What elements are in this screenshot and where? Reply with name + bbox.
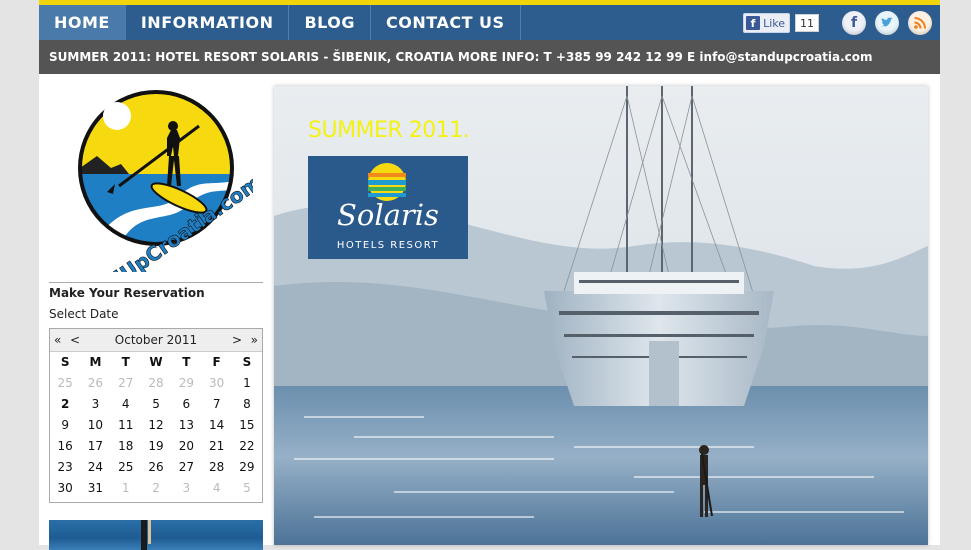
facebook-f-icon: f bbox=[746, 16, 761, 30]
nav-contact-us[interactable]: CONTACT US bbox=[371, 5, 521, 40]
page-wrapper: HOME INFORMATION BLOG CONTACT US f Like … bbox=[39, 0, 940, 550]
calendar-day[interactable]: 20 bbox=[171, 436, 201, 457]
calendar-day[interactable]: 18 bbox=[111, 436, 141, 457]
facebook-like-button[interactable]: f Like bbox=[743, 13, 790, 33]
social-links: f Like 11 f bbox=[743, 11, 932, 35]
main-nav: HOME INFORMATION BLOG CONTACT US bbox=[39, 5, 521, 40]
reservation-calendar: « < October 2011 > » S M T W T F S 25 26 27 28 29 30… bbox=[49, 328, 263, 503]
calendar-day: 3 bbox=[182, 481, 191, 495]
top-navigation-bar: HOME INFORMATION BLOG CONTACT US f Like … bbox=[39, 0, 940, 40]
facebook-icon[interactable]: f bbox=[842, 11, 866, 35]
calendar-day[interactable]: 9 bbox=[50, 415, 80, 436]
calendar-day: 1 bbox=[121, 481, 130, 495]
facebook-like-widget[interactable]: f Like 11 bbox=[743, 13, 819, 33]
reservation-title: Make Your Reservation bbox=[49, 286, 205, 300]
calendar-day[interactable]: 14 bbox=[201, 415, 231, 436]
nav-blog[interactable]: BLOG bbox=[289, 5, 372, 40]
calendar-weekday: M bbox=[89, 355, 102, 369]
calendar-day[interactable]: 29 bbox=[232, 457, 262, 478]
calendar-day[interactable]: 2 bbox=[50, 394, 80, 415]
calendar-weekday: S bbox=[60, 355, 70, 369]
calendar-day[interactable]: 23 bbox=[50, 457, 80, 478]
hero-title: SUMMER 2011. bbox=[308, 118, 470, 143]
calendar-day[interactable]: 22 bbox=[232, 436, 262, 457]
calendar-day: 4 bbox=[212, 481, 221, 495]
calendar-month-label: October 2011 bbox=[114, 333, 198, 347]
calendar-prev-month-button[interactable]: < bbox=[70, 329, 80, 351]
calendar-header: « < October 2011 > » bbox=[50, 329, 262, 352]
hero-photo: SUMMER 2011. Solaris HOTELS RESORT bbox=[274, 86, 928, 545]
nav-home[interactable]: HOME bbox=[39, 5, 126, 40]
standupcroatia-logo[interactable]: StandUpCroatia.com bbox=[59, 86, 266, 323]
calendar-day[interactable]: 16 bbox=[50, 436, 80, 457]
facebook-like-count: 11 bbox=[795, 14, 819, 32]
calendar-day[interactable]: 4 bbox=[111, 394, 141, 415]
calendar-day[interactable]: 21 bbox=[201, 436, 231, 457]
solaris-logo[interactable]: Solaris HOTELS RESORT bbox=[308, 156, 468, 259]
calendar-day[interactable]: 3 bbox=[80, 394, 110, 415]
calendar-day[interactable]: 8 bbox=[232, 394, 262, 415]
calendar-weekday: F bbox=[212, 355, 221, 369]
calendar-day[interactable]: 11 bbox=[111, 415, 141, 436]
calendar-weekday: S bbox=[242, 355, 252, 369]
solaris-brand-name: Solaris bbox=[337, 198, 439, 232]
calendar-grid: S M T W T F S 25 26 27 28 29 30 1 2 3 4 5 6 7 8 9 10 11 12 13 14 15… bbox=[50, 352, 262, 499]
calendar-day: 27 bbox=[118, 376, 134, 390]
calendar-day[interactable]: 31 bbox=[80, 478, 110, 499]
calendar-day[interactable]: 5 bbox=[141, 394, 171, 415]
info-bar: SUMMER 2011: HOTEL RESORT SOLARIS - ŠIBE… bbox=[39, 40, 940, 74]
sidebar-divider bbox=[49, 282, 263, 283]
calendar-day[interactable]: 10 bbox=[80, 415, 110, 436]
calendar-day[interactable]: 28 bbox=[201, 457, 231, 478]
nav-information[interactable]: INFORMATION bbox=[126, 5, 290, 40]
facebook-like-label: Like bbox=[763, 16, 785, 30]
calendar-day[interactable]: 17 bbox=[80, 436, 110, 457]
calendar-day: 28 bbox=[148, 376, 164, 390]
calendar-next-month-button[interactable]: > bbox=[232, 329, 242, 351]
calendar-day[interactable]: 30 bbox=[50, 478, 80, 499]
calendar-day[interactable]: 1 bbox=[232, 373, 262, 394]
calendar-weekday: T bbox=[121, 355, 130, 369]
calendar-day[interactable]: 7 bbox=[201, 394, 231, 415]
sidebar-photo[interactable] bbox=[49, 520, 263, 550]
calendar-weekday: T bbox=[182, 355, 191, 369]
twitter-icon[interactable] bbox=[875, 11, 899, 35]
calendar-day: 26 bbox=[87, 376, 104, 390]
calendar-weekday: W bbox=[149, 355, 163, 369]
calendar-day[interactable]: 15 bbox=[232, 415, 262, 436]
rss-icon[interactable] bbox=[908, 11, 932, 35]
calendar-prev-year-button[interactable]: « bbox=[54, 329, 61, 351]
calendar-day[interactable]: 26 bbox=[141, 457, 171, 478]
calendar-day[interactable]: 19 bbox=[141, 436, 171, 457]
solaris-brand-sub: HOTELS RESORT bbox=[336, 240, 440, 251]
calendar-day[interactable]: 6 bbox=[171, 394, 201, 415]
calendar-day: 5 bbox=[243, 481, 251, 495]
calendar-day: 29 bbox=[178, 376, 194, 390]
calendar-day[interactable]: 12 bbox=[141, 415, 171, 436]
calendar-next-year-button[interactable]: » bbox=[251, 329, 258, 351]
calendar-day: 2 bbox=[152, 481, 160, 495]
calendar-day: 25 bbox=[57, 376, 73, 390]
calendar-day[interactable]: 27 bbox=[171, 457, 201, 478]
calendar-day[interactable]: 24 bbox=[80, 457, 110, 478]
calendar-day: 30 bbox=[208, 376, 225, 390]
calendar-day[interactable]: 13 bbox=[171, 415, 201, 436]
calendar-day[interactable]: 25 bbox=[111, 457, 141, 478]
select-date-label: Select Date bbox=[49, 307, 119, 321]
